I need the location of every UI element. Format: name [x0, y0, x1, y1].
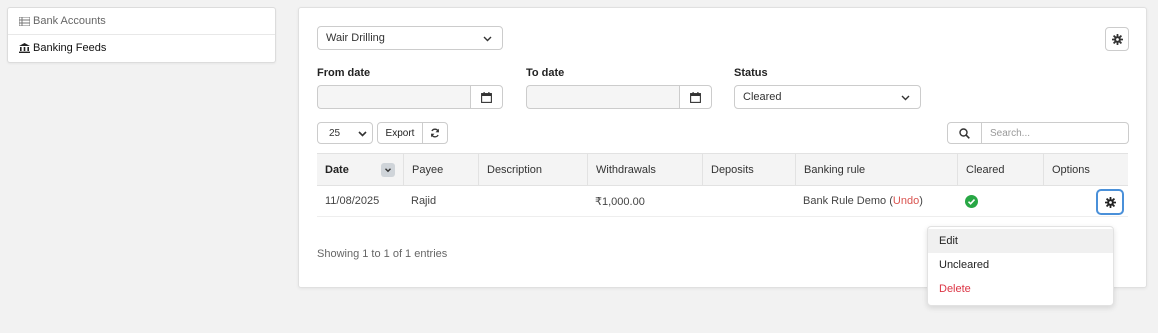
gear-icon [1111, 33, 1123, 45]
refresh-icon [431, 128, 439, 138]
sidebar-item-label: Bank Accounts [33, 15, 106, 27]
calendar-icon [690, 91, 701, 103]
page-length-value: 25 [329, 127, 341, 139]
settings-button[interactable] [1105, 27, 1129, 51]
column-header-description[interactable]: Description [478, 154, 587, 185]
options-dropdown-menu: Edit Uncleared Delete [927, 226, 1114, 306]
cell-date: 11/08/2025 [325, 195, 380, 207]
to-date-picker-button[interactable] [679, 85, 712, 109]
refresh-button[interactable] [422, 122, 448, 144]
column-header-options[interactable]: Options [1043, 154, 1128, 185]
cell-banking-rule: Bank Rule Demo (Undo) [803, 195, 923, 207]
transactions-table: Date Payee Description Withdrawals Depos… [317, 153, 1128, 217]
column-header-banking-rule[interactable]: Banking rule [795, 154, 957, 185]
cell-cleared [957, 186, 978, 216]
chevron-down-icon [358, 131, 367, 137]
chevron-down-icon [385, 168, 391, 173]
calendar-icon [481, 91, 492, 103]
cell-payee: Rajid [411, 195, 437, 207]
undo-link[interactable]: Undo [893, 195, 919, 207]
cell-withdrawals: ₹1,000.00 [595, 195, 645, 208]
from-date-input[interactable] [317, 85, 470, 109]
row-options-button[interactable] [1096, 189, 1124, 215]
sidebar-item-banking-feeds[interactable]: Banking Feeds [8, 35, 275, 61]
sidebar-item-bank-accounts[interactable]: Bank Accounts [8, 8, 275, 35]
export-button[interactable]: Export [377, 122, 423, 144]
column-header-date[interactable]: Date [317, 154, 403, 185]
menu-item-edit[interactable]: Edit [928, 229, 1113, 253]
chevron-down-icon [483, 36, 492, 42]
table-row: 11/08/2025 Rajid ₹1,000.00 Bank Rule Dem… [317, 186, 1128, 217]
menu-item-delete[interactable]: Delete [928, 277, 1113, 301]
column-header-withdrawals[interactable]: Withdrawals [587, 154, 702, 185]
status-select-value: Cleared [743, 91, 782, 103]
check-circle-icon [965, 194, 978, 208]
sidebar: Bank Accounts Banking Feeds [7, 7, 276, 63]
account-select[interactable]: Wair Drilling [317, 26, 503, 50]
column-header-deposits[interactable]: Deposits [702, 154, 795, 185]
status-label: Status [734, 67, 768, 79]
page-length-select[interactable]: 25 [317, 122, 373, 144]
cell-description [478, 186, 486, 216]
column-header-cleared[interactable]: Cleared [957, 154, 1043, 185]
table-header: Date Payee Description Withdrawals Depos… [317, 153, 1128, 186]
sort-toggle[interactable] [381, 163, 395, 177]
to-date-input[interactable] [526, 85, 679, 109]
search-button[interactable] [947, 122, 982, 144]
from-date-field [317, 85, 503, 109]
column-header-payee[interactable]: Payee [403, 154, 478, 185]
to-date-field [526, 85, 712, 109]
sidebar-item-label: Banking Feeds [33, 42, 107, 54]
export-label: Export [385, 127, 415, 139]
bank-icon [19, 43, 30, 53]
table-info: Showing 1 to 1 of 1 entries [317, 248, 448, 260]
account-select-value: Wair Drilling [326, 32, 385, 44]
gear-icon [1104, 196, 1116, 208]
from-date-picker-button[interactable] [470, 85, 503, 109]
chevron-down-icon [901, 95, 910, 101]
menu-item-uncleared[interactable]: Uncleared [928, 253, 1113, 277]
from-date-label: From date [317, 67, 371, 79]
search-input[interactable] [982, 122, 1129, 144]
list-icon [19, 16, 30, 26]
to-date-label: To date [526, 67, 565, 79]
search-box [947, 122, 1129, 144]
banking-rule-name: Bank Rule Demo [803, 195, 887, 207]
search-icon [959, 127, 970, 139]
status-select[interactable]: Cleared [734, 85, 921, 109]
cell-deposits [702, 186, 710, 216]
